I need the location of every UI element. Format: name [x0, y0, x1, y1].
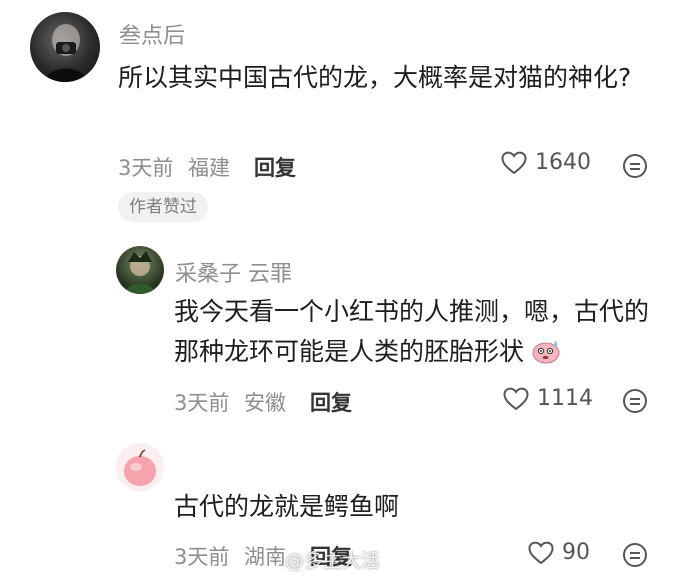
reply-avatar[interactable] [116, 246, 164, 294]
emoji-face-icon[interactable] [622, 388, 648, 414]
comment-time: 3天前 [118, 156, 174, 180]
comment-text: 所以其实中国古代的龙，大概率是对猫的神化? [118, 63, 632, 92]
author-liked-badge: 作者赞过 [118, 192, 208, 222]
like-count: 1114 [537, 386, 593, 411]
heart-outline-icon [528, 541, 554, 565]
reply-text-content: 我今天看一个小红书的人推测，嗯，古代的那种龙环可能是人类的胚胎形状 [174, 297, 650, 366]
reply-text: 我今天看一个小红书的人推测，嗯，古代的那种龙环可能是人类的胚胎形状 [174, 292, 664, 376]
avatar[interactable] [30, 12, 100, 82]
comment-username[interactable]: 叁点后 [119, 18, 185, 50]
like-count: 90 [562, 540, 590, 565]
reply-location: 湖南 [244, 545, 286, 569]
sweat-emoji-icon [532, 336, 560, 376]
peach-avatar-image [124, 449, 156, 486]
comment-location: 福建 [188, 156, 230, 180]
emoji-face-icon[interactable] [622, 542, 648, 568]
reply-time: 3天前 [174, 545, 230, 569]
avatar-photo [44, 24, 88, 82]
reply-text: 古代的龙就是鳄鱼啊 [174, 492, 400, 521]
heart-outline-icon [501, 151, 527, 175]
like-button[interactable]: 1640 [501, 150, 591, 175]
reply-username[interactable]: 采桑子 云罪 [175, 256, 292, 288]
emoji-face-icon[interactable] [622, 153, 648, 179]
reply-button[interactable]: 回复 [254, 152, 296, 182]
like-count: 1640 [535, 150, 591, 175]
reply-avatar[interactable] [116, 443, 164, 491]
reply-button[interactable]: 回复 [310, 387, 352, 417]
like-button[interactable]: 1114 [503, 386, 593, 411]
reply-location: 安徽 [244, 391, 286, 415]
avatar-photo [124, 251, 156, 294]
like-button[interactable]: 90 [528, 540, 590, 565]
watermark: @多主大活 [285, 550, 381, 572]
reply-time: 3天前 [174, 391, 230, 415]
heart-outline-icon [503, 387, 529, 411]
